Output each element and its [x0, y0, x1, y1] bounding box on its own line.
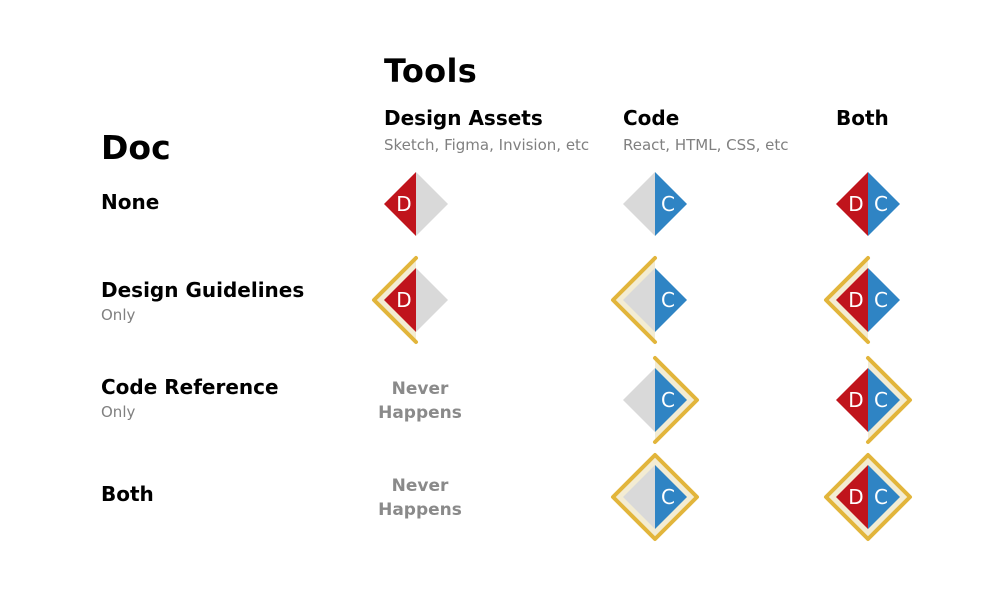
column-subheader-code: React, HTML, CSS, etc [623, 136, 789, 154]
tools-title: Tools [384, 52, 478, 90]
empty-half [623, 172, 655, 236]
design-letter: D [396, 192, 411, 216]
badge: C [623, 172, 687, 236]
design-letter: D [848, 485, 863, 509]
never-happens-line-1: Never [391, 476, 449, 496]
badge: C [611, 453, 699, 541]
badge: DC [824, 453, 912, 541]
badge: DC [836, 172, 900, 236]
code-letter: C [874, 485, 888, 509]
code-letter: C [874, 288, 888, 312]
design-letter: D [848, 388, 863, 412]
badge: D [384, 172, 448, 236]
column-header-code: Code [623, 106, 680, 130]
column-header-design-assets: Design Assets [384, 106, 543, 130]
badge: D [372, 256, 448, 344]
code-letter: C [661, 288, 675, 312]
row-label-none: None [101, 190, 160, 214]
never-happens-line-2: Happens [378, 500, 462, 520]
badge: C [611, 256, 687, 344]
badge: DC [824, 256, 900, 344]
row-label-code-reference: Code Reference [101, 375, 279, 399]
empty-half [416, 268, 448, 332]
row-label-design-guidelines: Design Guidelines [101, 278, 305, 302]
design-letter: D [848, 192, 863, 216]
design-letter: D [396, 288, 411, 312]
column-subheader-design-assets: Sketch, Figma, Invision, etc [384, 136, 590, 154]
row-sublabel-code-reference: Only [101, 403, 136, 421]
badge: C [623, 356, 699, 444]
code-letter: C [874, 192, 888, 216]
never-happens-label: Never Happens [365, 474, 475, 522]
badge: DC [836, 356, 912, 444]
empty-half [416, 172, 448, 236]
code-letter: C [661, 388, 675, 412]
row-sublabel-design-guidelines: Only [101, 306, 136, 324]
code-letter: C [874, 388, 888, 412]
code-letter: C [661, 192, 675, 216]
never-happens-line-2: Happens [378, 403, 462, 423]
doc-title: Doc [101, 128, 171, 167]
never-happens-line-1: Never [391, 379, 449, 399]
column-header-both: Both [836, 106, 889, 130]
never-happens-label: Never Happens [365, 377, 475, 425]
row-label-both: Both [101, 482, 154, 506]
design-letter: D [848, 288, 863, 312]
empty-half [623, 368, 655, 432]
code-letter: C [661, 485, 675, 509]
